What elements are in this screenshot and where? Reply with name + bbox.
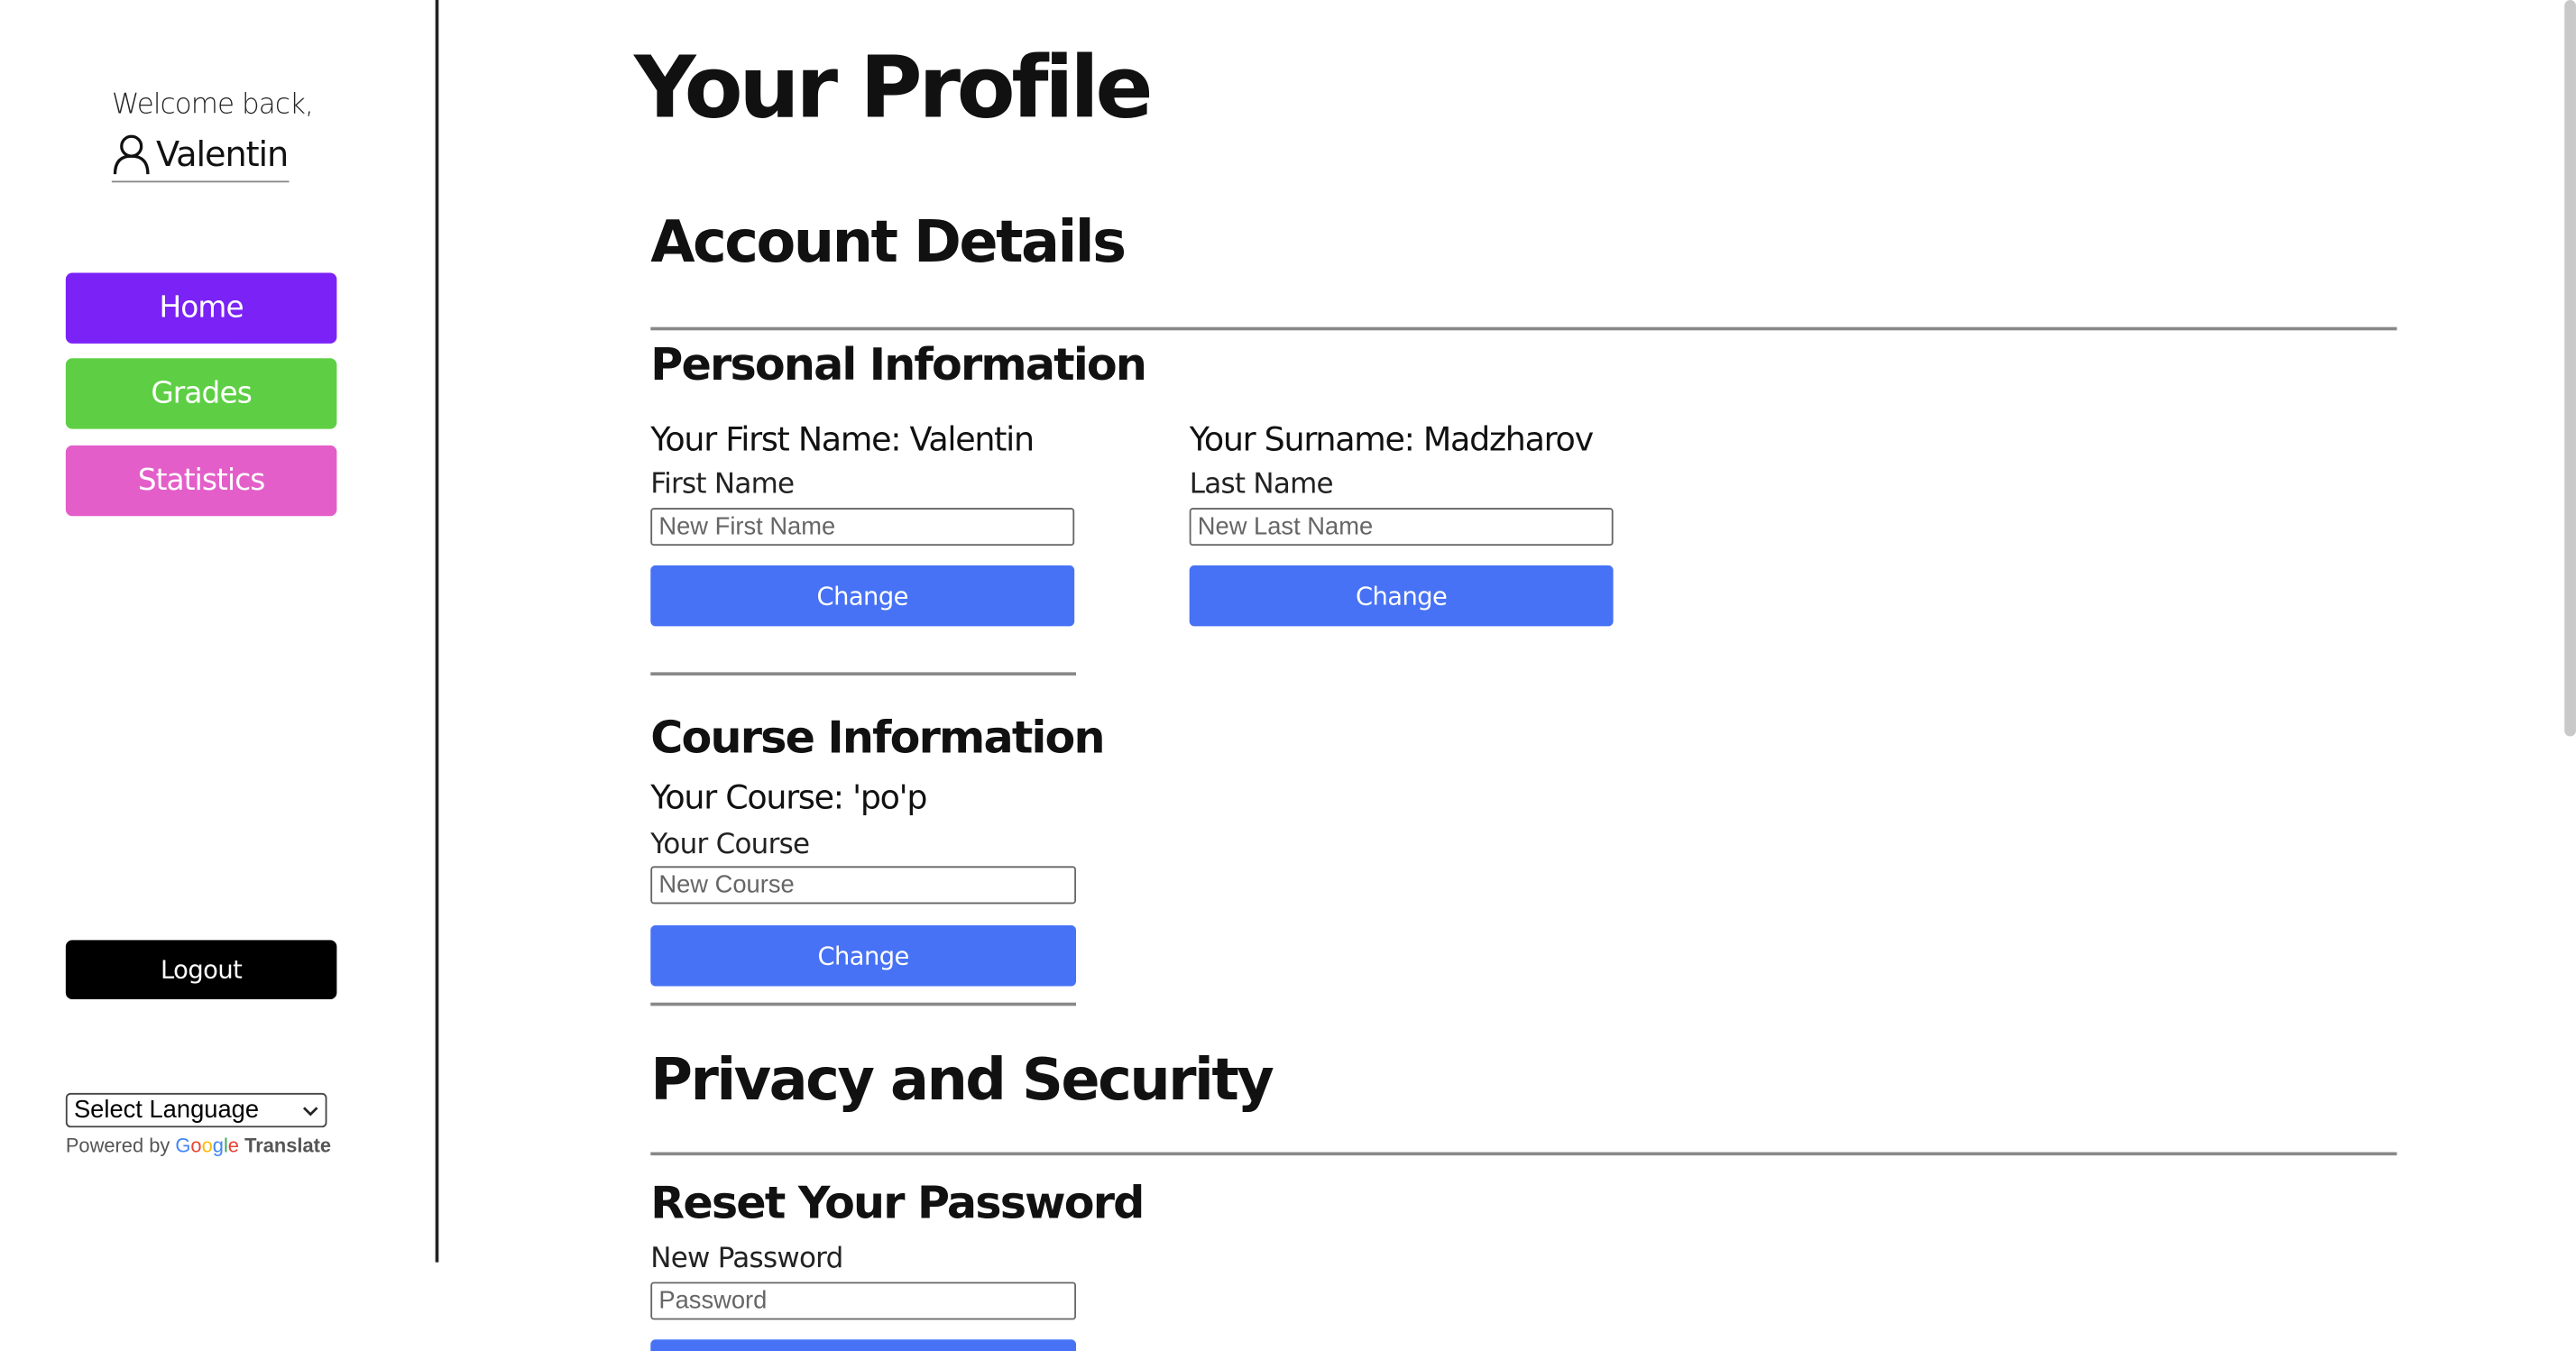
personal-information-heading: Personal Information [650,340,1147,391]
language-select[interactable]: Select Language [65,1092,327,1128]
first-name-label: First Name [650,468,795,501]
course-information-heading: Course Information [650,712,1105,765]
first-name-input[interactable] [650,508,1075,547]
account-details-heading: Account Details [650,210,1127,277]
change-course-button[interactable]: Change [650,925,1077,987]
current-course: Your Course: 'po'p [650,777,927,817]
privacy-security-heading: Privacy and Security [650,1048,1274,1115]
privacy-security-divider [650,1152,2397,1156]
current-surname: Your Surname: Madzharov [1189,418,1594,459]
new-password-input[interactable] [650,1282,1077,1320]
reset-password-heading: Reset Your Password [650,1178,1145,1230]
change-surname-button[interactable]: Change [1189,565,1614,627]
nav-grades-button[interactable]: Grades [65,358,337,429]
course-input[interactable] [650,866,1077,905]
logout-button[interactable]: Logout [65,940,337,1000]
powered-by-google-translate: Powered by Google Translate [66,1134,331,1157]
personal-info-divider [650,672,1077,676]
nav-home-button[interactable]: Home [65,272,337,344]
powered-by-prefix: Powered by [65,1134,170,1157]
user-icon [112,133,152,176]
account-details-divider [650,326,2397,331]
page-scrollbar[interactable] [2564,0,2576,737]
nav-statistics-button[interactable]: Statistics [65,445,337,517]
reset-password-button[interactable] [650,1339,1077,1351]
current-first-name: Your First Name: Valentin [650,418,1035,459]
username: Valentin [156,134,289,175]
last-name-label: Last Name [1189,468,1334,501]
page-title: Your Profile [634,39,1154,139]
new-password-label: New Password [650,1242,843,1276]
language-select-value: Select Language [73,1096,260,1125]
sidebar: Welcome back, Valentin Home Grades Stati… [0,0,439,1263]
main-content: Your Profile Account Details Personal In… [444,0,2576,1351]
page: Welcome back, Valentin Home Grades Stati… [0,0,2576,1351]
welcome-text: Welcome back, [111,88,314,122]
chevron-down-icon [302,1099,318,1119]
user-profile-link[interactable]: Valentin [111,128,290,183]
google-logo: Google [175,1134,239,1157]
translate-link[interactable]: Translate [244,1134,331,1157]
last-name-input[interactable] [1189,508,1614,547]
change-first-name-button[interactable]: Change [650,565,1075,627]
course-label: Your Course [650,828,810,861]
course-info-divider [650,1002,1077,1006]
